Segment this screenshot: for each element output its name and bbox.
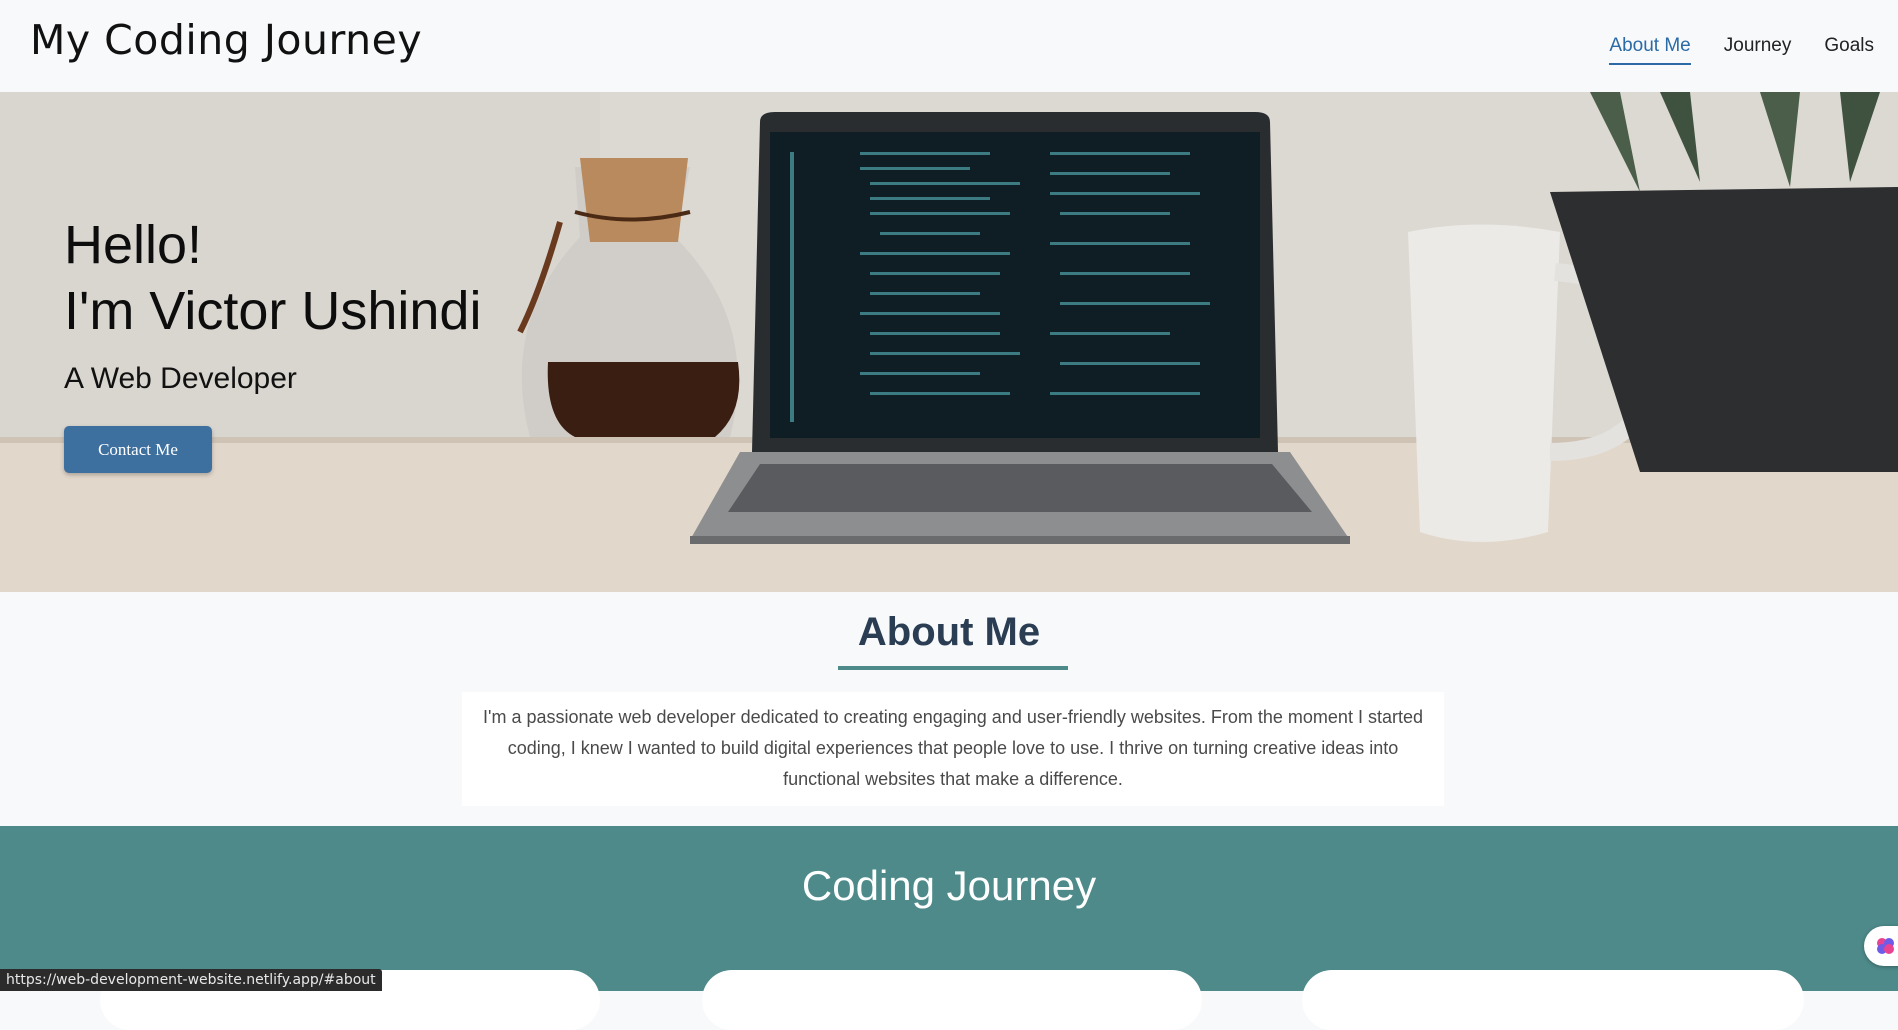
about-title-underline	[838, 666, 1068, 670]
hero-section: Hello! I'm Victor Ushindi A Web Develope…	[0, 92, 1898, 592]
hero-greeting: Hello!	[64, 215, 203, 275]
site-logo[interactable]: My Coding Journey	[30, 16, 422, 64]
brain-icon	[1877, 938, 1894, 954]
journey-section: Coding Journey	[0, 826, 1898, 1030]
about-card: I'm a passionate web developer dedicated…	[462, 692, 1444, 806]
about-title: About Me	[857, 610, 1041, 654]
site-header: My Coding Journey About Me Journey Goals	[0, 0, 1898, 92]
about-text: I'm a passionate web developer dedicated…	[483, 707, 1423, 789]
main-nav: About Me Journey Goals	[1609, 35, 1874, 65]
link-status-bar: https://web-development-website.netlify.…	[0, 969, 382, 991]
hero-role: A Web Developer	[64, 362, 297, 395]
contact-me-button[interactable]: Contact Me	[64, 426, 212, 473]
journey-card	[1302, 970, 1804, 1030]
nav-about-me[interactable]: About Me	[1609, 35, 1691, 65]
nav-goals[interactable]: Goals	[1824, 35, 1874, 65]
floating-widget[interactable]	[1864, 926, 1898, 966]
hero-name: I'm Victor Ushindi	[64, 281, 482, 341]
hero-intro: Hello! I'm Victor Ushindi A Web Develope…	[64, 212, 482, 473]
journey-card	[702, 970, 1202, 1030]
journey-title: Coding Journey	[801, 862, 1097, 909]
nav-journey[interactable]: Journey	[1724, 35, 1792, 65]
